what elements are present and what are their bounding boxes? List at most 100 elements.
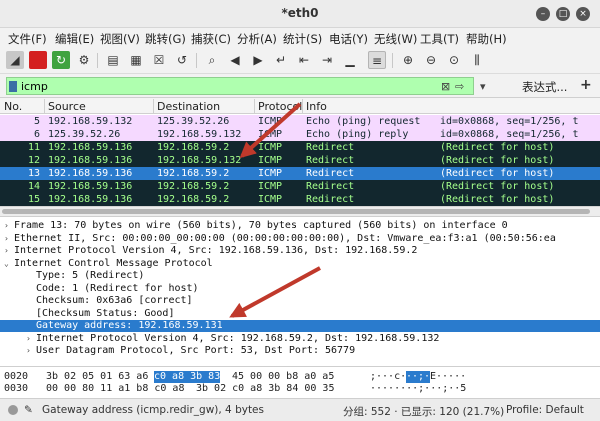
- cell-info-detail: id=0x0868, seq=1/256, t: [440, 129, 579, 140]
- save-file-icon[interactable]: ▦: [127, 51, 145, 69]
- column-no[interactable]: No.: [4, 100, 22, 113]
- menu-edit[interactable]: 编辑(E): [55, 31, 94, 47]
- cell-protocol: ICMP: [258, 116, 283, 127]
- cell-protocol: ICMP: [258, 129, 283, 140]
- expert-info-icon[interactable]: [8, 405, 18, 415]
- collapsed-arrow-icon[interactable]: ›: [26, 345, 31, 357]
- find-packet-icon[interactable]: ⌕: [203, 51, 221, 69]
- bytes-hex: 3b 02 c0 a8 3b 84 00 35: [196, 383, 335, 394]
- packet-row[interactable]: 13 192.168.59.136 192.168.59.2 ICMP Redirect…: [0, 167, 600, 180]
- detail-row[interactable]: [Checksum Status: Good]: [0, 308, 600, 320]
- edit-comment-icon[interactable]: ✎: [24, 404, 33, 416]
- bytes-ascii: E·····: [430, 371, 467, 382]
- bookmark-icon[interactable]: [9, 81, 17, 92]
- packet-list-header: No. Source Destination Protocol Info: [0, 98, 600, 114]
- expression-button[interactable]: 表达式...: [522, 79, 567, 95]
- go-back-icon[interactable]: ◀: [226, 51, 244, 69]
- bytes-row[interactable]: 0030 00 00 80 11 a1 b8 c0 a8 3b 02 c0 a8…: [0, 383, 600, 395]
- collapsed-arrow-icon[interactable]: ›: [26, 333, 31, 345]
- cell-no: 6: [33, 129, 40, 140]
- minimize-icon[interactable]: –: [536, 7, 550, 21]
- packet-list-scrollbar[interactable]: [0, 206, 600, 216]
- packet-row[interactable]: 14 192.168.59.136 192.168.59.2 ICMP Redirect…: [0, 180, 600, 193]
- detail-text: Code: 1 (Redirect for host): [36, 282, 199, 294]
- menu-telephony[interactable]: 电话(Y): [329, 31, 368, 47]
- cell-no: 15: [27, 194, 40, 205]
- column-source[interactable]: Source: [48, 100, 86, 113]
- first-packet-icon[interactable]: ⇤: [295, 51, 313, 69]
- cell-protocol: ICMP: [258, 181, 283, 192]
- packet-row[interactable]: 12 192.168.59.136 192.168.59.132 ICMP Redire…: [0, 154, 600, 167]
- column-protocol[interactable]: Protocol: [258, 100, 302, 113]
- cell-no: 14: [27, 181, 40, 192]
- detail-row[interactable]: › Internet Protocol Version 4, Src: 192.1…: [0, 333, 600, 345]
- detail-row[interactable]: › Internet Protocol Version 4, Src: 192.1…: [0, 245, 600, 257]
- packet-row[interactable]: 11 192.168.59.136 192.168.59.2 ICMP Redirect…: [0, 141, 600, 154]
- maximize-icon[interactable]: □: [556, 7, 570, 21]
- close-file-icon[interactable]: ☒: [150, 51, 168, 69]
- bytes-row[interactable]: 0020 3b 02 05 01 63 a6 c0 a8 3b 83 45 00…: [0, 371, 600, 383]
- cell-destination: 125.39.52.26: [157, 116, 230, 127]
- last-packet-icon[interactable]: ⇥: [318, 51, 336, 69]
- menu-go[interactable]: 跳转(G): [145, 31, 186, 47]
- go-forward-icon[interactable]: ▶: [249, 51, 267, 69]
- apply-filter-icon[interactable]: ⇨: [455, 80, 464, 93]
- cell-protocol: ICMP: [258, 142, 283, 153]
- stop-capture-icon[interactable]: [29, 51, 47, 69]
- zoom-out-icon[interactable]: ⊖: [422, 51, 440, 69]
- close-icon[interactable]: ×: [576, 7, 590, 21]
- column-divider[interactable]: [302, 99, 303, 113]
- colorize-icon[interactable]: ≡: [368, 51, 386, 69]
- resize-columns-icon[interactable]: ⫼: [468, 51, 486, 69]
- menu-tools[interactable]: 工具(T): [420, 31, 459, 47]
- detail-text: Gateway address: 192.168.59.131: [36, 320, 223, 331]
- menu-statistics[interactable]: 统计(S): [283, 31, 322, 47]
- detail-row[interactable]: ⌄ Internet Control Message Protocol: [0, 258, 600, 270]
- menu-help[interactable]: 帮助(H): [466, 31, 507, 47]
- column-info[interactable]: Info: [306, 100, 327, 113]
- profile-switcher[interactable]: Profile: Default: [506, 404, 584, 416]
- open-file-icon[interactable]: ▤: [104, 51, 122, 69]
- autoscroll-icon[interactable]: ▁: [341, 51, 359, 69]
- packet-row[interactable]: 5 192.168.59.132 125.39.52.26 ICMP Echo (pin…: [0, 115, 600, 128]
- packet-row[interactable]: 6 125.39.52.26 192.168.59.132 ICMP Echo (pin…: [0, 128, 600, 141]
- scrollbar-thumb[interactable]: [2, 209, 590, 214]
- cell-protocol: ICMP: [258, 155, 283, 166]
- column-destination[interactable]: Destination: [157, 100, 220, 113]
- clear-filter-icon[interactable]: ⊠: [441, 80, 450, 93]
- detail-row[interactable]: › Ethernet II, Src: 00:00:00_00:00:00 (00…: [0, 233, 600, 245]
- title-bar: *eth0 – □ ×: [0, 0, 600, 28]
- cell-info-detail: id=0x0868, seq=1/256, t: [440, 116, 579, 127]
- expanded-arrow-icon[interactable]: ⌄: [4, 258, 9, 270]
- detail-row[interactable]: Type: 5 (Redirect): [0, 270, 600, 282]
- collapsed-arrow-icon[interactable]: ›: [4, 245, 9, 257]
- reload-file-icon[interactable]: ↺: [173, 51, 191, 69]
- packet-row[interactable]: 15 192.168.59.136 192.168.59.2 ICMP Redirect…: [0, 193, 600, 206]
- packet-details-pane: › Frame 13: 70 bytes on wire (560 bits), …: [0, 216, 600, 362]
- recent-filters-dropdown-icon[interactable]: ▾: [480, 80, 486, 93]
- menu-view[interactable]: 视图(V): [100, 31, 140, 47]
- detail-text: User Datagram Protocol, Src Port: 53, Ds…: [36, 345, 356, 356]
- detail-row[interactable]: Checksum: 0x63a6 [correct]: [0, 295, 600, 307]
- collapsed-arrow-icon[interactable]: ›: [4, 220, 9, 232]
- detail-row[interactable]: Gateway address: 192.168.59.131: [0, 320, 600, 332]
- zoom-in-icon[interactable]: ⊕: [399, 51, 417, 69]
- detail-row[interactable]: › Frame 13: 70 bytes on wire (560 bits), …: [0, 220, 600, 232]
- column-divider[interactable]: [44, 99, 45, 113]
- menu-capture[interactable]: 捕获(C): [191, 31, 231, 47]
- collapsed-arrow-icon[interactable]: ›: [4, 233, 9, 245]
- menu-analyze[interactable]: 分析(A): [237, 31, 277, 47]
- add-filter-button[interactable]: +: [580, 77, 592, 93]
- column-divider[interactable]: [153, 99, 154, 113]
- display-filter-input[interactable]: [21, 79, 441, 94]
- go-to-packet-icon[interactable]: ↵: [272, 51, 290, 69]
- menu-file[interactable]: 文件(F): [8, 31, 47, 47]
- detail-row[interactable]: › User Datagram Protocol, Src Port: 53, D…: [0, 345, 600, 357]
- column-divider[interactable]: [254, 99, 255, 113]
- restart-capture-icon[interactable]: ↻: [52, 51, 70, 69]
- normal-size-icon[interactable]: ⊙: [445, 51, 463, 69]
- detail-row[interactable]: Code: 1 (Redirect for host): [0, 283, 600, 295]
- menu-wireless[interactable]: 无线(W): [374, 31, 417, 47]
- capture-options-icon[interactable]: ⚙: [75, 51, 93, 69]
- start-capture-icon[interactable]: ◢: [6, 51, 24, 69]
